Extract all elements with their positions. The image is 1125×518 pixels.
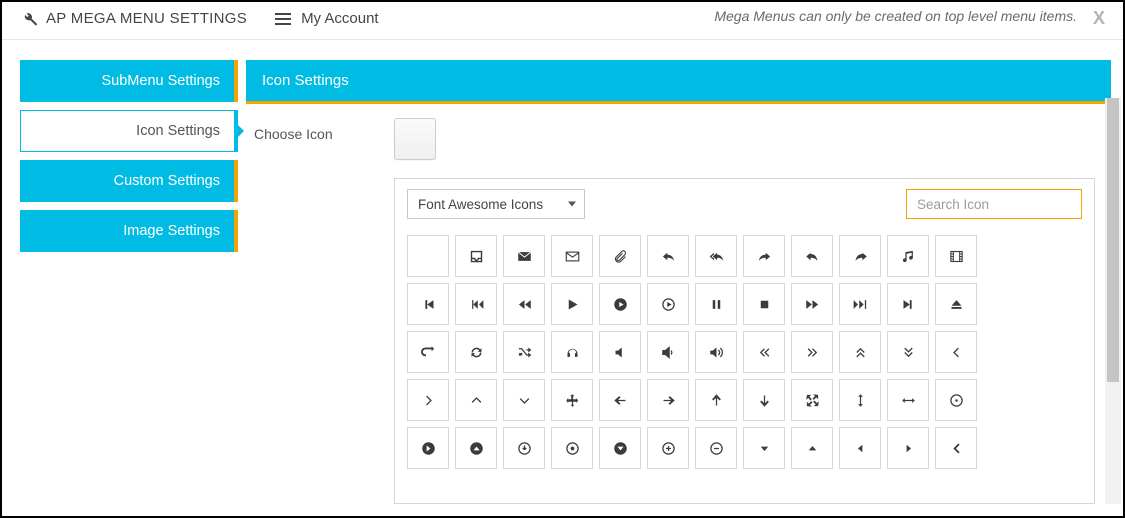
refresh-icon[interactable]: [455, 331, 497, 373]
backward-icon[interactable]: [503, 283, 545, 325]
angle-double-right-icon[interactable]: [791, 331, 833, 373]
sidebar: SubMenu Settings Icon Settings Custom Se…: [2, 40, 238, 506]
step-forward-icon[interactable]: [887, 283, 929, 325]
menu-icon: [275, 13, 291, 25]
choose-icon-label: Choose Icon: [254, 118, 394, 142]
circle-minus-outline-icon[interactable]: [695, 427, 737, 469]
reply-icon[interactable]: [647, 235, 689, 277]
blank-icon[interactable]: [407, 235, 449, 277]
panel-title: Icon Settings: [246, 60, 1111, 104]
sidebar-item-label: Icon Settings: [136, 123, 220, 139]
circle-arrow-down-variant-icon[interactable]: [503, 427, 545, 469]
caret-left-icon[interactable]: [839, 427, 881, 469]
caret-up-icon[interactable]: [791, 427, 833, 469]
paperclip-icon[interactable]: [599, 235, 641, 277]
circle-play-outline-icon[interactable]: [647, 283, 689, 325]
pause-icon[interactable]: [695, 283, 737, 325]
main-panel: Icon Settings Choose Icon Font Awesome I…: [238, 40, 1123, 506]
angle-up-icon[interactable]: [455, 379, 497, 421]
circle-play-solid-icon[interactable]: [599, 283, 641, 325]
sidebar-item-custom[interactable]: Custom Settings: [20, 160, 238, 202]
chevron-down-icon: [568, 202, 576, 207]
icon-grid-scroll[interactable]: [407, 235, 1082, 503]
crosshair-icon[interactable]: [935, 379, 977, 421]
stop-icon[interactable]: [743, 283, 785, 325]
arrow-up-icon[interactable]: [695, 379, 737, 421]
music-icon[interactable]: [887, 235, 929, 277]
forward-icon[interactable]: [791, 283, 833, 325]
fast-forward-icon[interactable]: [839, 283, 881, 325]
sidebar-item-submenu[interactable]: SubMenu Settings: [20, 60, 238, 102]
redo-icon[interactable]: [839, 235, 881, 277]
circle-plus-outline-icon[interactable]: [647, 427, 689, 469]
sidebar-item-label: Custom Settings: [114, 173, 220, 189]
circle-arrow-up-icon[interactable]: [455, 427, 497, 469]
repeat-icon[interactable]: [407, 331, 449, 373]
eject-icon[interactable]: [935, 283, 977, 325]
share-icon[interactable]: [743, 235, 785, 277]
circle-dot-icon[interactable]: [551, 427, 593, 469]
volume-off-icon[interactable]: [599, 331, 641, 373]
angle-down-icon[interactable]: [503, 379, 545, 421]
sidebar-item-image[interactable]: Image Settings: [20, 210, 238, 252]
account-group[interactable]: My Account: [275, 10, 379, 27]
wrench-icon: [22, 11, 38, 27]
resize-horizontal-icon[interactable]: [887, 379, 929, 421]
inbox-icon[interactable]: [455, 235, 497, 277]
envelope-solid-icon[interactable]: [503, 235, 545, 277]
caret-down-icon[interactable]: [743, 427, 785, 469]
angle-double-down-icon[interactable]: [887, 331, 929, 373]
topbar: AP MEGA MENU SETTINGS My Account Mega Me…: [2, 2, 1123, 40]
circle-arrow-right-icon[interactable]: [407, 427, 449, 469]
select-value: Font Awesome Icons: [418, 197, 543, 212]
chosen-icon-preview[interactable]: [394, 118, 436, 160]
sidebar-item-label: Image Settings: [123, 223, 220, 239]
app-title: AP MEGA MENU SETTINGS: [46, 10, 247, 27]
sidebar-item-icon[interactable]: Icon Settings: [20, 110, 238, 152]
arrow-left-icon[interactable]: [599, 379, 641, 421]
random-icon[interactable]: [503, 331, 545, 373]
angle-double-up-icon[interactable]: [839, 331, 881, 373]
angle-right-icon[interactable]: [407, 379, 449, 421]
reply-all-icon[interactable]: [695, 235, 737, 277]
fast-backward-icon[interactable]: [455, 283, 497, 325]
sidebar-item-label: SubMenu Settings: [102, 73, 221, 89]
search-icon-input[interactable]: [906, 189, 1082, 219]
icon-grid: [407, 235, 1078, 479]
undo-icon[interactable]: [791, 235, 833, 277]
resize-vertical-icon[interactable]: [839, 379, 881, 421]
notice-text: Mega Menus can only be created on top le…: [714, 8, 1077, 24]
volume-up-icon[interactable]: [695, 331, 737, 373]
move-icon[interactable]: [551, 379, 593, 421]
outer-scrollbar[interactable]: [1105, 98, 1121, 504]
angle-double-left-icon[interactable]: [743, 331, 785, 373]
caret-right-icon[interactable]: [887, 427, 929, 469]
film-icon[interactable]: [935, 235, 977, 277]
scrollbar-thumb[interactable]: [1107, 98, 1119, 382]
chevron-left-icon[interactable]: [935, 427, 977, 469]
arrow-right-icon[interactable]: [647, 379, 689, 421]
title-group: AP MEGA MENU SETTINGS: [22, 10, 247, 27]
circle-arrow-down-icon[interactable]: [599, 427, 641, 469]
volume-down-icon[interactable]: [647, 331, 689, 373]
icon-library-select[interactable]: Font Awesome Icons: [407, 189, 585, 219]
expand-icon[interactable]: [791, 379, 833, 421]
account-label: My Account: [301, 10, 379, 27]
headphones-icon[interactable]: [551, 331, 593, 373]
close-icon[interactable]: X: [1093, 8, 1105, 29]
envelope-outline-icon[interactable]: [551, 235, 593, 277]
angle-left-icon[interactable]: [935, 331, 977, 373]
arrow-down-icon[interactable]: [743, 379, 785, 421]
play-icon[interactable]: [551, 283, 593, 325]
step-backward-icon[interactable]: [407, 283, 449, 325]
icon-picker: Font Awesome Icons: [394, 178, 1095, 504]
